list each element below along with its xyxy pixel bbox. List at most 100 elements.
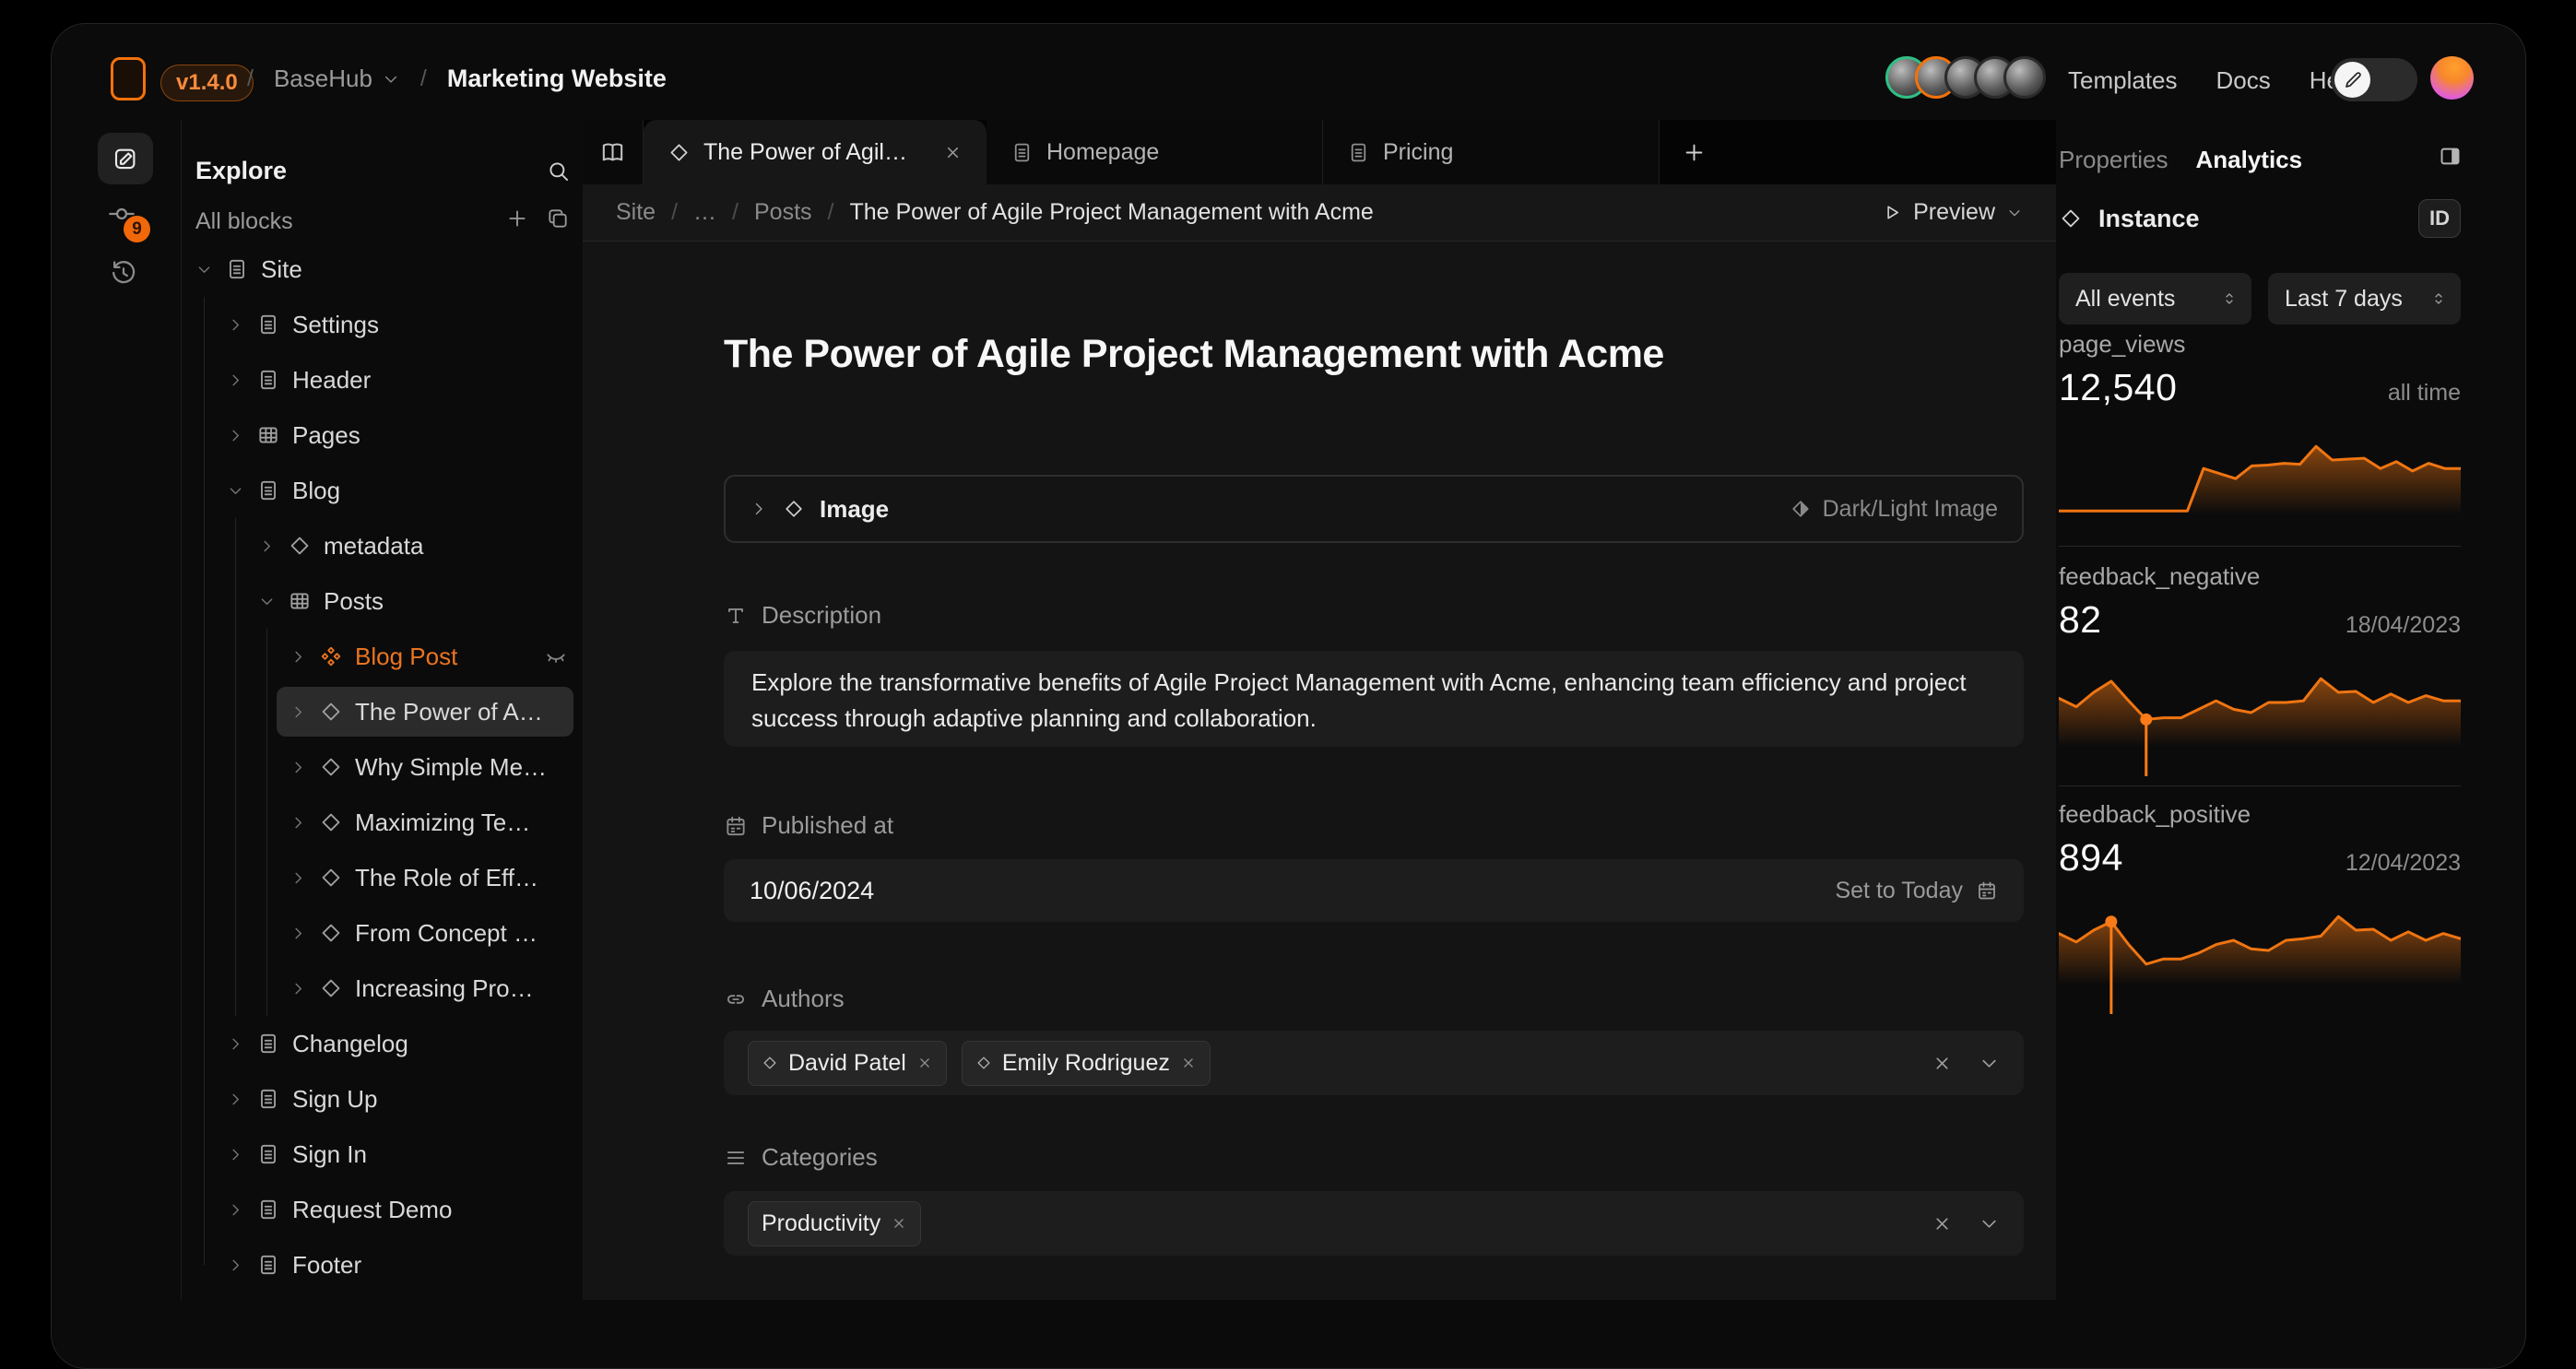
set-to-today-button[interactable]: Set to Today xyxy=(1835,878,1998,904)
diamond-icon xyxy=(319,700,343,724)
author-chips: David Patel Emily Rodriguez xyxy=(748,1041,1211,1086)
published-at-input[interactable]: 10/06/2024 Set to Today xyxy=(724,859,2024,922)
tree-item-from-concept[interactable]: From Concept … xyxy=(181,905,583,961)
duplicate-icon[interactable] xyxy=(546,207,570,230)
chevron-right-icon[interactable] xyxy=(227,1035,244,1053)
filter-select-last-7-days[interactable]: Last 7 days xyxy=(2268,273,2461,325)
tree-item-blog[interactable]: Blog xyxy=(181,463,583,518)
panel-toggle-icon[interactable] xyxy=(2438,144,2463,169)
filter-select-all-events[interactable]: All events xyxy=(2059,273,2251,325)
tree-item-changelog[interactable]: Changelog xyxy=(181,1016,583,1071)
chevron-right-icon[interactable] xyxy=(258,537,276,555)
doc-icon xyxy=(1010,141,1034,164)
chevron-right-icon[interactable] xyxy=(290,980,307,997)
panel-tab-properties[interactable]: Properties xyxy=(2059,146,2168,174)
breadcrumb-item[interactable]: … xyxy=(693,199,716,226)
published-at-value: 10/06/2024 xyxy=(750,877,874,905)
chevron-right-icon[interactable] xyxy=(290,648,307,666)
breadcrumb-item[interactable]: Site xyxy=(616,199,656,226)
tree-item-increasing-pro[interactable]: Increasing Pro… xyxy=(181,961,583,1016)
nav-link-docs[interactable]: Docs xyxy=(2216,66,2271,95)
chevron-right-icon[interactable] xyxy=(290,925,307,942)
preview-button[interactable]: Preview xyxy=(1881,199,2023,226)
chevron-down-icon[interactable] xyxy=(227,482,244,500)
metric-divider xyxy=(2059,546,2461,547)
chevron-right-icon[interactable] xyxy=(227,1091,244,1108)
history-rail-button[interactable] xyxy=(109,258,138,288)
tree-item-sign-up[interactable]: Sign Up xyxy=(181,1071,583,1127)
clear-icon[interactable] xyxy=(1932,1213,1953,1234)
chevron-down-icon[interactable] xyxy=(1979,1053,2000,1074)
chevron-right-icon[interactable] xyxy=(227,1146,244,1163)
editor-rail-button[interactable] xyxy=(98,133,153,184)
nav-link-templates[interactable]: Templates xyxy=(2068,66,2178,95)
tab-strip: The Power of Agile…HomepagePricing xyxy=(583,120,2056,184)
chevron-right-icon[interactable] xyxy=(227,316,244,334)
chevron-right-icon[interactable] xyxy=(290,814,307,832)
tree-item-maximizing-te[interactable]: Maximizing Te… xyxy=(181,795,583,850)
analytics-filters: All events Last 7 days xyxy=(2059,273,2461,325)
tree-item-metadata[interactable]: metadata xyxy=(181,518,583,573)
search-icon[interactable] xyxy=(546,159,571,183)
tree-item-why-simple-me[interactable]: Why Simple Me… xyxy=(181,739,583,795)
text-icon xyxy=(724,604,748,628)
tree-item-header[interactable]: Header xyxy=(181,352,583,407)
tree-item-the-role-of-eff[interactable]: The Role of Eff… xyxy=(181,850,583,905)
breadcrumb-item[interactable]: Posts xyxy=(754,199,812,226)
add-block-icon[interactable] xyxy=(505,207,529,230)
chevron-right-icon[interactable] xyxy=(290,759,307,776)
id-badge[interactable]: ID xyxy=(2418,199,2461,238)
sparkline-feedback_negative xyxy=(2059,653,2461,780)
profile-avatar[interactable] xyxy=(2430,56,2474,100)
chevron-right-icon[interactable] xyxy=(227,372,244,389)
user-avatar[interactable] xyxy=(2003,56,2046,99)
remove-chip-icon[interactable] xyxy=(916,1055,933,1071)
chevron-right-icon[interactable] xyxy=(227,1201,244,1219)
authors-input[interactable]: David Patel Emily Rodriguez xyxy=(724,1031,2024,1095)
project-name[interactable]: Marketing Website xyxy=(447,65,667,93)
chevron-down-icon[interactable] xyxy=(195,261,213,278)
tree-item-blog-post[interactable]: Blog Post xyxy=(181,629,583,684)
tree-item-site[interactable]: Site xyxy=(181,242,583,297)
chevron-right-icon[interactable] xyxy=(290,869,307,887)
tree-item-the-power-of-a[interactable]: The Power of A… xyxy=(181,684,583,739)
edit-mode-toggle[interactable] xyxy=(2331,58,2417,101)
tree-item-request-demo[interactable]: Request Demo xyxy=(181,1182,583,1237)
description-input[interactable]: Explore the transformative benefits of A… xyxy=(724,651,2024,747)
editor-breadcrumb-bar: Site/…/Posts/The Power of Agile Project … xyxy=(583,184,2056,242)
chip-david-patel[interactable]: David Patel xyxy=(748,1041,947,1086)
image-block[interactable]: Image Dark/Light Image xyxy=(724,475,2024,543)
tree-item-posts[interactable]: Posts xyxy=(181,573,583,629)
library-button[interactable] xyxy=(583,120,644,184)
tree-item-pages[interactable]: Pages xyxy=(181,407,583,463)
chevron-right-icon[interactable] xyxy=(227,1257,244,1274)
categories-controls xyxy=(1932,1213,2000,1234)
panel-tabs: Properties Analytics xyxy=(2059,146,2302,174)
chip-productivity[interactable]: Productivity xyxy=(748,1201,921,1246)
chevron-right-icon[interactable] xyxy=(227,427,244,444)
chevron-right-icon[interactable] xyxy=(290,703,307,721)
panel-tab-analytics[interactable]: Analytics xyxy=(2196,146,2303,174)
remove-chip-icon[interactable] xyxy=(1180,1055,1197,1071)
tree-item-footer[interactable]: Footer xyxy=(181,1237,583,1292)
close-icon[interactable] xyxy=(943,143,963,162)
tab-the-power-of-agile[interactable]: The Power of Agile… xyxy=(644,120,987,184)
chevron-down-icon[interactable] xyxy=(1979,1213,2000,1234)
tab-pricing[interactable]: Pricing xyxy=(1323,120,1660,184)
chevron-down-icon[interactable] xyxy=(258,593,276,610)
tree-item-label: Site xyxy=(261,255,302,284)
chip-emily-rodriguez[interactable]: Emily Rodriguez xyxy=(962,1041,1211,1086)
clear-icon[interactable] xyxy=(1932,1053,1953,1074)
tree-item-settings[interactable]: Settings xyxy=(181,297,583,352)
basehub-logo-icon[interactable] xyxy=(111,57,146,100)
new-tab-button[interactable] xyxy=(1660,120,1707,184)
tab-homepage[interactable]: Homepage xyxy=(987,120,1323,184)
metric-card-page_views: page_views12,540all time xyxy=(2059,330,2461,524)
metric-name: feedback_positive xyxy=(2059,800,2461,829)
table-icon xyxy=(288,589,312,613)
categories-input[interactable]: Productivity xyxy=(724,1191,2024,1256)
remove-chip-icon[interactable] xyxy=(891,1215,907,1232)
workspace-switcher[interactable]: BaseHub xyxy=(274,65,400,93)
tree-item-sign-in[interactable]: Sign In xyxy=(181,1127,583,1182)
chevron-right-icon[interactable] xyxy=(750,500,768,518)
